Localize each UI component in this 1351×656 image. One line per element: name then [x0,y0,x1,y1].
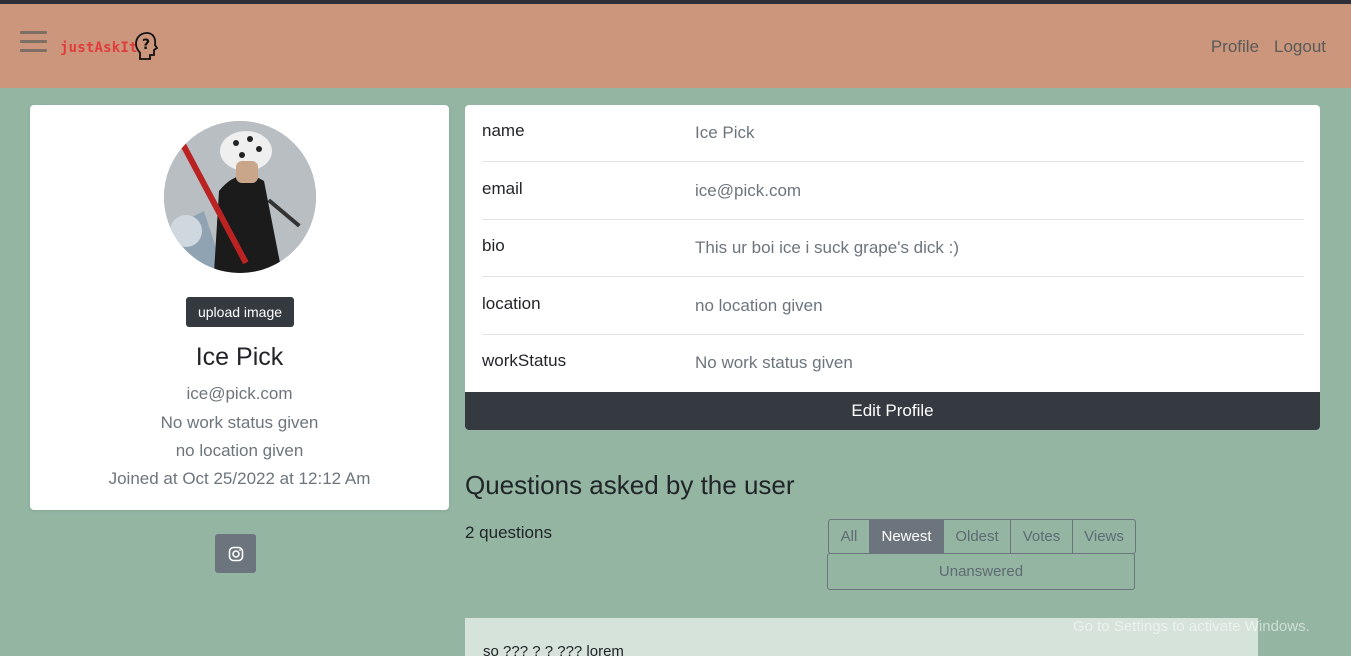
nav-logout-link[interactable]: Logout [1274,37,1326,57]
profile-card: upload image Ice Pick ice@pick.com No wo… [30,105,449,510]
nav-profile-link[interactable]: Profile [1211,37,1259,57]
hamburger-menu-icon[interactable] [20,31,47,53]
filter-unanswered-button[interactable]: Unanswered [827,553,1135,590]
info-value: No work status given [695,353,853,372]
question-head-icon: ? [135,32,159,60]
info-row-work-status: workStatus No work status given [482,335,1304,392]
info-value: This ur boi ice i suck grape's dick :) [695,238,960,257]
profile-email: ice@pick.com [186,384,293,403]
info-label: name [482,121,525,140]
info-value: Ice Pick [695,123,755,142]
info-row-location: location no location given [482,278,1304,335]
nav-links: Profile Logout [1211,37,1326,57]
info-row-bio: bio This ur boi ice i suck grape's dick … [482,220,1304,277]
profile-location: no location given [175,441,304,460]
question-filter-group: All Newest Oldest Votes Views [828,519,1136,554]
filter-newest-button[interactable]: Newest [870,520,944,553]
filter-oldest-button[interactable]: Oldest [944,520,1011,553]
info-label: location [482,294,541,313]
instagram-button[interactable] [215,534,256,573]
filter-votes-button[interactable]: Votes [1011,520,1073,553]
upload-image-button[interactable]: upload image [186,297,294,327]
questions-section-title: Questions asked by the user [465,470,795,500]
info-value: no location given [695,296,823,315]
info-row-email: email ice@pick.com [482,163,1304,220]
questions-count: 2 questions [465,523,552,542]
profile-name: Ice Pick [195,343,284,371]
svg-text:?: ? [142,37,150,53]
brand-logo-text[interactable]: justAskIt [60,40,138,56]
info-value: ice@pick.com [695,181,802,200]
info-label: workStatus [482,351,567,370]
filter-all-button[interactable]: All [829,520,870,553]
avatar [164,121,316,273]
info-row-name: name Ice Pick [482,105,1304,162]
info-label: bio [482,236,505,255]
profile-joined-date: Joined at Oct 25/2022 at 12:12 Am [108,469,371,488]
instagram-icon [228,546,243,561]
profile-work-status: No work status given [160,413,319,432]
navbar: justAskIt ? Profile Logout [0,4,1351,88]
info-label: email [482,179,523,198]
profile-info-card: name Ice Pick email ice@pick.com bio Thi… [465,105,1320,430]
question-title[interactable]: so ??? ? ? ??? lorem [483,643,624,656]
activate-windows-watermark: Go to Settings to activate Windows. [1073,618,1310,635]
edit-profile-button[interactable]: Edit Profile [465,392,1320,430]
filter-views-button[interactable]: Views [1073,520,1135,553]
